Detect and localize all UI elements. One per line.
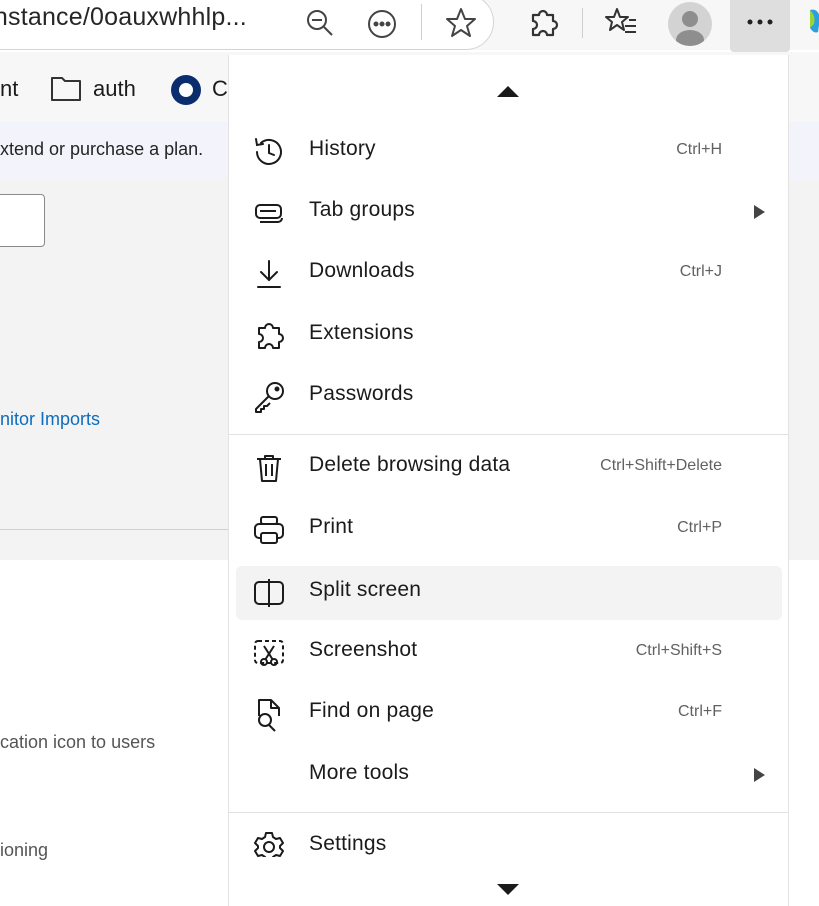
bookmark-item[interactable]: C: [212, 76, 228, 102]
toolbar-divider: [421, 4, 422, 40]
history-icon: [251, 134, 287, 170]
menu-item-delete-browsing-data[interactable]: Delete browsing data Ctrl+Shift+Delete: [229, 441, 788, 495]
menu-item-label: Tab groups: [309, 198, 415, 221]
menu-item-print[interactable]: Print Ctrl+P: [229, 503, 788, 557]
copilot-icon[interactable]: [808, 6, 819, 36]
menu-item-label: History: [309, 137, 376, 160]
more-options-circle-icon[interactable]: [366, 8, 398, 40]
menu-item-label: More tools: [309, 761, 410, 784]
menu-item-history[interactable]: History Ctrl+H: [229, 125, 788, 179]
menu-item-split-screen[interactable]: Split screen: [236, 566, 782, 620]
settings-and-more-button[interactable]: [730, 0, 790, 52]
menu-divider: [229, 812, 788, 813]
scroll-down-arrow-icon[interactable]: [497, 884, 519, 895]
tab-groups-icon: [251, 195, 287, 231]
settings-and-more-menu: History Ctrl+H Tab groups Downloads Ctrl…: [228, 55, 789, 906]
menu-item-passwords[interactable]: Passwords: [229, 370, 788, 424]
scroll-up-arrow-icon[interactable]: [497, 86, 519, 97]
submenu-arrow-icon: [754, 768, 765, 782]
menu-item-label: Downloads: [309, 259, 415, 282]
menu-item-shortcut: Ctrl+H: [676, 141, 722, 158]
menu-item-screenshot[interactable]: Screenshot Ctrl+Shift+S: [229, 626, 788, 680]
menu-item-label: Split screen: [309, 578, 422, 601]
monitor-imports-link[interactable]: nitor Imports: [0, 409, 100, 430]
folder-icon: [50, 74, 82, 102]
menu-item-label: Find on page: [309, 699, 434, 722]
favorites-list-icon[interactable]: [603, 5, 639, 41]
address-bar-url[interactable]: /instance/0oauxwhhlp...: [0, 3, 247, 32]
split-screen-icon: [251, 575, 287, 611]
submenu-arrow-icon: [754, 205, 765, 219]
text-input[interactable]: [0, 194, 45, 247]
circle-logo-icon: [170, 74, 202, 106]
menu-item-shortcut: Ctrl+Shift+S: [635, 642, 722, 659]
toolbar-divider: [582, 8, 583, 38]
menu-item-shortcut: Ctrl+P: [677, 519, 722, 536]
zoom-out-icon[interactable]: [305, 8, 335, 38]
menu-item-extensions[interactable]: Extensions: [229, 309, 788, 363]
key-icon: [251, 379, 287, 415]
bookmark-item[interactable]: nt: [0, 76, 18, 102]
address-bar[interactable]: /instance/0oauxwhhlp...: [0, 0, 494, 50]
extensions-icon: [251, 318, 287, 354]
menu-item-find-on-page[interactable]: Find on page Ctrl+F: [229, 687, 788, 741]
menu-item-shortcut: Ctrl+F: [678, 703, 722, 720]
printer-icon: [251, 512, 287, 548]
bookmark-folder-auth[interactable]: auth: [93, 76, 136, 102]
ellipsis-icon: [746, 18, 774, 26]
menu-item-label: Settings: [309, 832, 387, 855]
extensions-icon[interactable]: [525, 5, 561, 41]
menu-item-tab-groups[interactable]: Tab groups: [229, 186, 788, 240]
menu-item-label: Passwords: [309, 382, 414, 405]
browser-toolbar: /instance/0oauxwhhlp...: [0, 0, 819, 52]
menu-item-more-tools[interactable]: More tools: [229, 749, 788, 803]
menu-item-label: Screenshot: [309, 638, 418, 661]
screenshot-icon: [251, 635, 287, 671]
divider: [0, 529, 240, 530]
menu-divider: [229, 434, 788, 435]
trash-icon: [251, 450, 287, 486]
menu-item-shortcut: Ctrl+Shift+Delete: [600, 457, 722, 474]
page-text: ioning: [0, 840, 49, 860]
profile-avatar[interactable]: [668, 2, 712, 46]
favorite-star-icon[interactable]: [444, 6, 478, 40]
download-icon: [251, 256, 287, 292]
menu-scroll-footer: [229, 857, 788, 906]
page-text: cation icon to users: [0, 732, 156, 752]
menu-item-label: Extensions: [309, 321, 414, 344]
banner-text: xtend or purchase a plan.: [0, 139, 204, 159]
find-on-page-icon: [251, 696, 287, 732]
menu-item-label: Delete browsing data: [309, 453, 511, 476]
menu-item-downloads[interactable]: Downloads Ctrl+J: [229, 247, 788, 301]
menu-item-label: Print: [309, 515, 354, 538]
menu-item-shortcut: Ctrl+J: [679, 263, 722, 280]
